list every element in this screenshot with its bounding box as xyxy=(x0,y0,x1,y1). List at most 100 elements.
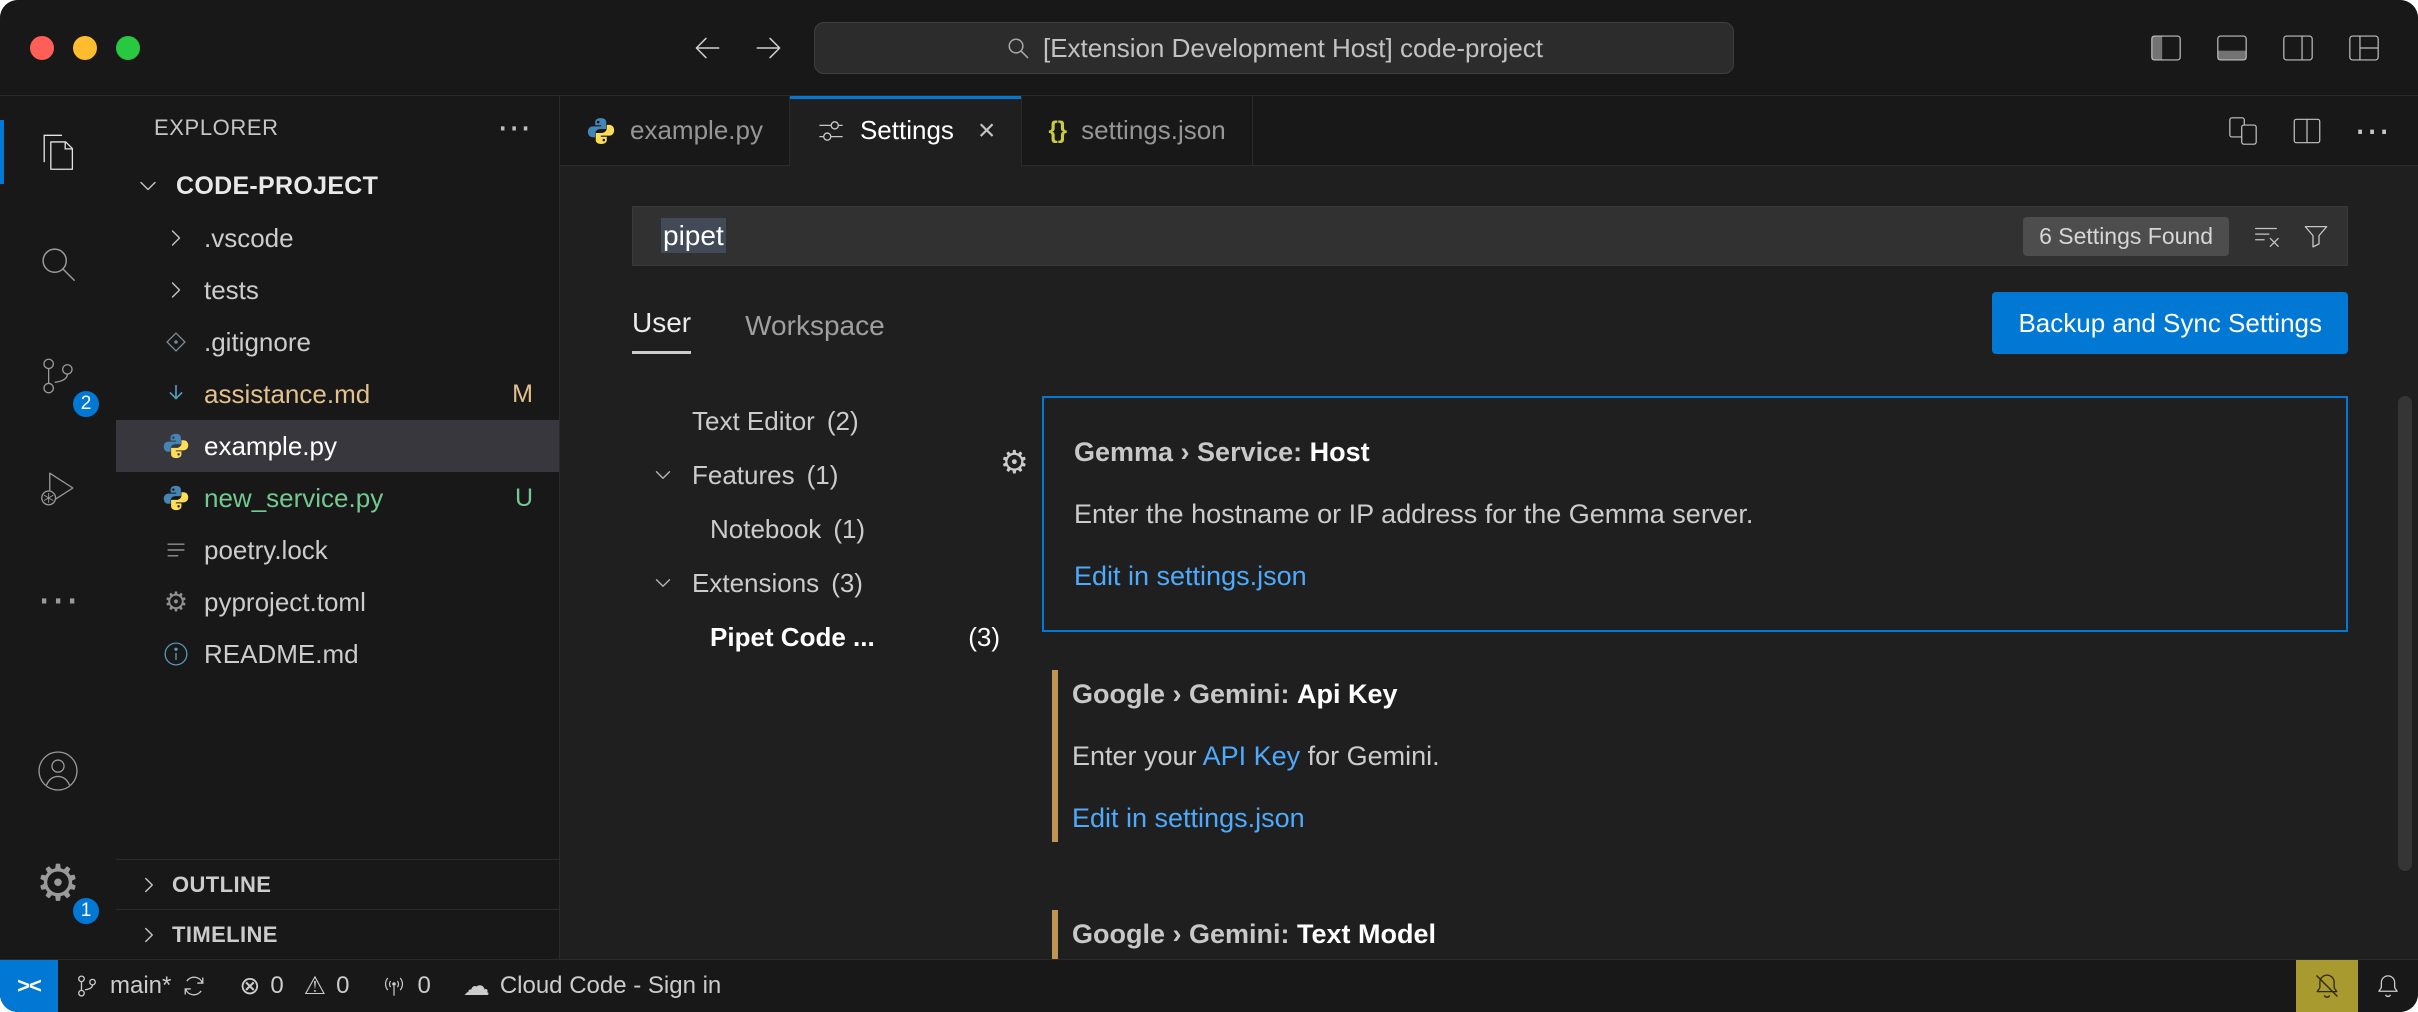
tree-root[interactable]: CODE-PROJECT xyxy=(116,160,559,212)
forward-arrow-icon[interactable] xyxy=(752,31,786,65)
edit-in-settings-json-link[interactable]: Edit in settings.json xyxy=(1074,561,1307,591)
activity-more[interactable]: ⋯ xyxy=(0,544,116,656)
bell-slash-icon xyxy=(2312,971,2342,1001)
settings-entries: ⚙ Gemma › Service: Host Enter the hostna… xyxy=(1012,388,2348,959)
explorer-header: EXPLORER ⋯ xyxy=(116,96,559,160)
git-modified-badge: M xyxy=(512,380,533,409)
run-debug-icon xyxy=(36,466,80,510)
tab-settings-json[interactable]: {} settings.json xyxy=(1022,96,1252,165)
git-branch-item[interactable]: main* xyxy=(58,960,223,1012)
backup-sync-button[interactable]: Backup and Sync Settings xyxy=(1992,292,2348,354)
do-not-disturb-item[interactable] xyxy=(2296,960,2358,1012)
scope-tab-workspace[interactable]: Workspace xyxy=(745,310,885,354)
item-label: new_service.py xyxy=(204,483,383,514)
api-key-link[interactable]: API Key xyxy=(1203,741,1301,771)
cloud-icon: ☁ xyxy=(463,973,490,1000)
titlebar: [Extension Development Host] code-projec… xyxy=(0,0,2418,96)
chevron-down-icon xyxy=(132,170,164,202)
json-file-icon: {} xyxy=(1048,117,1067,145)
close-icon[interactable]: × xyxy=(978,116,996,146)
python-file-icon xyxy=(160,482,192,514)
settings-search-input[interactable]: pipet 6 Settings Found xyxy=(632,206,2348,266)
settings-scope-row: User Workspace Backup and Sync Settings xyxy=(632,292,2348,354)
ports-item[interactable]: 0 xyxy=(365,960,446,1012)
error-count: 0 xyxy=(270,972,283,1000)
radio-tower-icon xyxy=(381,973,407,999)
tree-item-readme-md[interactable]: README.md xyxy=(116,628,559,680)
timeline-section-header[interactable]: TIMELINE xyxy=(116,909,559,959)
command-center[interactable]: [Extension Development Host] code-projec… xyxy=(814,22,1734,74)
status-bar-right xyxy=(2296,960,2418,1012)
activity-account[interactable] xyxy=(0,715,116,827)
scrollbar-thumb[interactable] xyxy=(2398,396,2412,871)
open-changes-icon[interactable] xyxy=(2226,114,2260,148)
tree-item-pyproject-toml[interactable]: ⚙ pyproject.toml xyxy=(116,576,559,628)
clear-filters-icon[interactable] xyxy=(2251,221,2281,251)
activity-settings[interactable]: ⚙ 1 xyxy=(0,827,116,939)
activity-source-control[interactable]: 2 xyxy=(0,320,116,432)
back-arrow-icon[interactable] xyxy=(690,31,724,65)
tab-settings[interactable]: Settings × xyxy=(790,96,1022,165)
item-label: pyproject.toml xyxy=(204,587,366,618)
toggle-panel-icon[interactable] xyxy=(2214,30,2250,66)
setting-google-gemini-text-model[interactable]: Google › Gemini: Text Model xyxy=(1042,880,2348,959)
split-editor-icon[interactable] xyxy=(2290,114,2324,148)
root-label: CODE-PROJECT xyxy=(176,172,378,201)
explorer-tree: CODE-PROJECT .vscode tests .gitignore as… xyxy=(116,160,559,680)
toc-extensions[interactable]: Extensions (3) xyxy=(632,556,1012,610)
warning-icon: ⚠ xyxy=(304,974,326,999)
sidebar-bottom-sections: OUTLINE TIMELINE xyxy=(116,859,559,959)
activity-explorer[interactable] xyxy=(0,96,116,208)
search-icon xyxy=(36,242,80,286)
cloud-code-item[interactable]: ☁ Cloud Code - Sign in xyxy=(447,960,737,1012)
item-label: README.md xyxy=(204,639,359,670)
toc-pipet-code[interactable]: Pipet Code ... (3) xyxy=(632,610,1012,664)
branch-name: main* xyxy=(110,972,171,1000)
cloud-code-label: Cloud Code - Sign in xyxy=(500,972,721,1000)
tree-item-gitignore[interactable]: .gitignore xyxy=(116,316,559,368)
tree-item-vscode[interactable]: .vscode xyxy=(116,212,559,264)
editor-area: example.py Settings × {} settings.json ⋯ xyxy=(560,96,2418,959)
tree-item-poetry-lock[interactable]: poetry.lock xyxy=(116,524,559,576)
search-icon xyxy=(1005,35,1031,61)
chevron-right-icon xyxy=(136,922,162,948)
settings-toc: Text Editor (2) Features (1) Notebook (1… xyxy=(632,388,1012,959)
toggle-secondary-sidebar-icon[interactable] xyxy=(2280,30,2316,66)
problems-item[interactable]: ⊗ 0 ⚠ 0 xyxy=(223,960,365,1012)
broadcast-count: 0 xyxy=(417,972,430,1000)
filter-icon[interactable] xyxy=(2301,221,2331,251)
toggle-primary-sidebar-icon[interactable] xyxy=(2148,30,2184,66)
more-icon: ⋯ xyxy=(37,579,79,621)
setting-google-gemini-api-key[interactable]: Google › Gemini: Api Key Enter your API … xyxy=(1042,640,2348,872)
vscode-window: [Extension Development Host] code-projec… xyxy=(0,0,2418,1012)
notifications-item[interactable] xyxy=(2358,960,2418,1012)
setting-gemma-service-host[interactable]: Gemma › Service: Host Enter the hostname… xyxy=(1042,396,2348,632)
toc-text-editor[interactable]: Text Editor (2) xyxy=(632,394,1012,448)
tree-item-new-service-py[interactable]: new_service.py U xyxy=(116,472,559,524)
tree-item-tests[interactable]: tests xyxy=(116,264,559,316)
titlebar-center: [Extension Development Host] code-projec… xyxy=(690,0,1734,96)
activity-search[interactable] xyxy=(0,208,116,320)
activity-run-debug[interactable] xyxy=(0,432,116,544)
setting-description: Enter the hostname or IP address for the… xyxy=(1074,496,2316,532)
close-window-button[interactable] xyxy=(30,36,54,60)
toc-features[interactable]: Features (1) xyxy=(632,448,1012,502)
setting-title: Gemma › Service: Host xyxy=(1074,434,2316,470)
tree-item-assistance-md[interactable]: assistance.md M xyxy=(116,368,559,420)
tab-example-py[interactable]: example.py xyxy=(560,96,790,165)
scope-tab-user[interactable]: User xyxy=(632,307,691,354)
customize-layout-icon[interactable] xyxy=(2346,30,2382,66)
remote-indicator[interactable]: >< xyxy=(0,960,58,1012)
outline-section-header[interactable]: OUTLINE xyxy=(116,859,559,909)
zoom-window-button[interactable] xyxy=(116,36,140,60)
tab-label: example.py xyxy=(630,115,763,146)
tree-item-example-py[interactable]: example.py xyxy=(116,420,559,472)
search-actions xyxy=(2251,221,2331,251)
minimize-window-button[interactable] xyxy=(73,36,97,60)
source-control-icon xyxy=(36,354,80,398)
edit-in-settings-json-link[interactable]: Edit in settings.json xyxy=(1072,803,1305,833)
toc-notebook[interactable]: Notebook (1) xyxy=(632,502,1012,556)
tab-label: Settings xyxy=(860,115,954,146)
activity-bar: 2 ⋯ ⚙ 1 xyxy=(0,96,116,959)
setting-gear-icon[interactable]: ⚙ xyxy=(1000,446,1029,478)
